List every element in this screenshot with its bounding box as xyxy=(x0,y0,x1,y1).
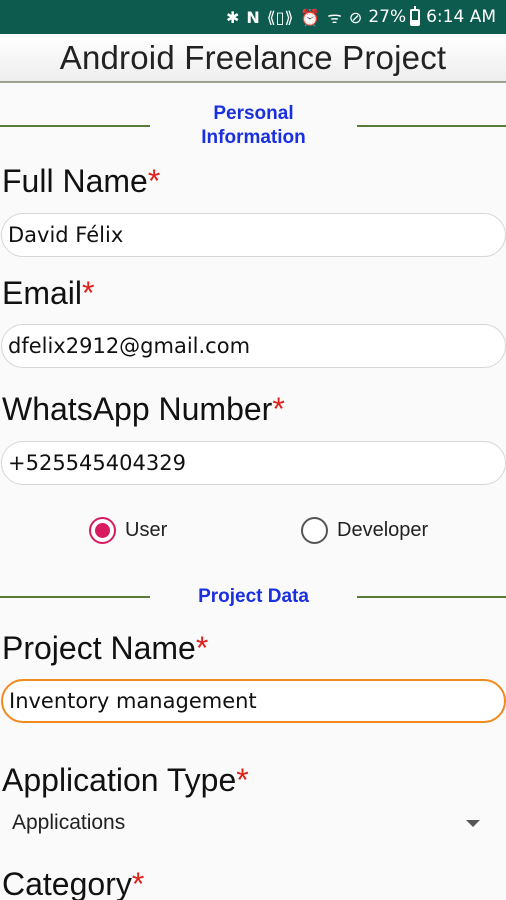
section-divider-left xyxy=(0,596,150,598)
status-bar: ✱ N ⟪▯⟫ ⏰ ᯤ ⊘ 27% 6:14 AM xyxy=(0,0,506,34)
email-label: Email* xyxy=(2,275,94,312)
vibrate-icon: ⟪▯⟫ xyxy=(266,7,294,27)
application-type-value: Applications xyxy=(12,811,126,834)
full-name-input[interactable] xyxy=(1,213,506,257)
battery-icon xyxy=(410,5,421,26)
radio-developer[interactable]: Developer xyxy=(301,517,428,544)
radio-selected-dot xyxy=(95,523,110,538)
application-type-select[interactable]: Applications xyxy=(1,806,506,840)
category-label: Category* xyxy=(2,866,144,900)
clock: 6:14 AM xyxy=(426,7,496,27)
email-label-text: Email xyxy=(2,275,83,311)
app-title: Android Freelance Project xyxy=(59,38,447,76)
application-type-label-text: Application Type xyxy=(2,762,237,798)
alarm-icon: ⏰ xyxy=(300,7,321,27)
section-title-line1: Personal xyxy=(213,103,294,124)
app-bar: Android Freelance Project xyxy=(0,34,506,83)
bluetooth-icon: ✱ xyxy=(225,7,240,27)
project-name-label: Project Name* xyxy=(2,630,208,667)
section-title-personal: Personal Information xyxy=(150,102,357,150)
section-divider-right xyxy=(357,596,506,598)
required-marker: * xyxy=(82,275,95,311)
radio-developer-label: Developer xyxy=(337,519,429,541)
category-label-text: Category xyxy=(2,866,132,900)
project-name-label-text: Project Name xyxy=(2,630,196,666)
section-header-personal: Personal Information xyxy=(0,101,506,151)
required-marker: * xyxy=(195,630,209,666)
do-not-disturb-icon: ⊘ xyxy=(348,7,363,27)
status-icons: ✱ N ⟪▯⟫ ⏰ ᯤ ⊘ xyxy=(226,6,362,28)
section-divider-left xyxy=(0,125,150,127)
radio-user-button[interactable] xyxy=(89,517,116,544)
role-radio-group: User Developer xyxy=(0,514,506,550)
full-name-label: Full Name* xyxy=(2,163,160,200)
section-header-project: Project Data xyxy=(0,584,506,610)
dropdown-arrow-icon xyxy=(466,819,480,827)
section-title-line2: Information xyxy=(201,127,306,148)
required-marker: * xyxy=(272,391,285,427)
whatsapp-label: WhatsApp Number* xyxy=(2,391,285,428)
radio-user[interactable]: User xyxy=(89,517,167,544)
app-screen: ✱ N ⟪▯⟫ ⏰ ᯤ ⊘ 27% 6:14 AM Android Freela… xyxy=(0,0,506,900)
nfc-icon: N xyxy=(246,7,260,27)
section-title-project: Project Data xyxy=(198,586,309,607)
radio-user-label: User xyxy=(125,519,168,541)
email-input[interactable] xyxy=(1,324,506,368)
whatsapp-input[interactable] xyxy=(1,441,506,485)
battery-percent: 27% xyxy=(368,7,407,27)
full-name-label-text: Full Name xyxy=(2,163,148,199)
required-marker: * xyxy=(131,866,145,900)
wifi-icon: ᯤ xyxy=(327,8,342,27)
required-marker: * xyxy=(147,163,161,199)
section-divider-right xyxy=(357,125,506,127)
radio-developer-button[interactable] xyxy=(301,517,328,544)
whatsapp-label-text: WhatsApp Number xyxy=(2,391,273,427)
project-name-input[interactable] xyxy=(1,679,506,723)
required-marker: * xyxy=(236,762,249,798)
application-type-label: Application Type* xyxy=(2,762,249,799)
